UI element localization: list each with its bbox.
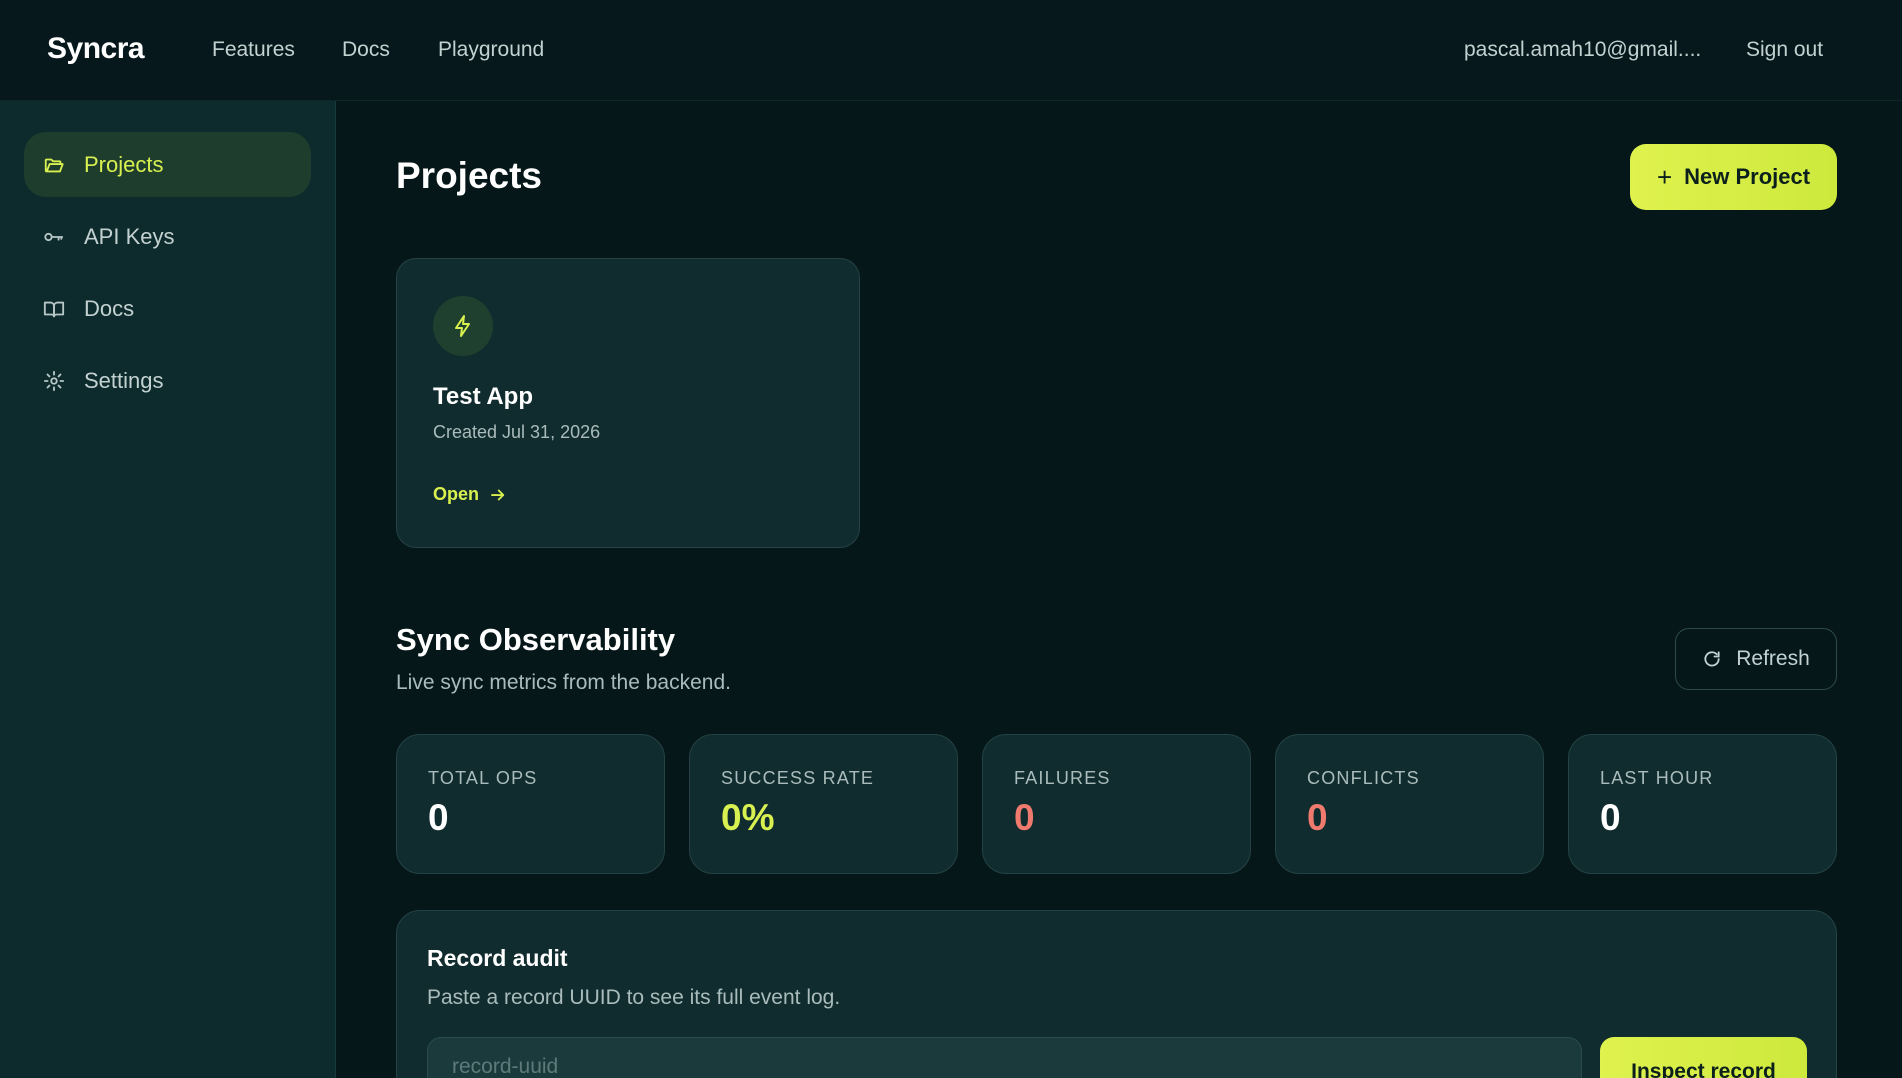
refresh-label: Refresh — [1736, 647, 1810, 670]
project-name: Test App — [433, 383, 533, 410]
stat-card-last-hour: LAST HOUR 0 — [1568, 734, 1837, 874]
audit-title: Record audit — [427, 945, 568, 971]
project-open-link[interactable]: Open — [433, 484, 507, 505]
stat-label: SUCCESS RATE — [721, 768, 875, 788]
nav-link-features[interactable]: Features — [212, 38, 295, 62]
new-project-button[interactable]: + New Project — [1630, 144, 1837, 210]
sidebar-item-docs[interactable]: Docs — [24, 276, 311, 341]
stat-value: 0 — [1014, 797, 1035, 838]
sidebar-item-label: API Keys — [84, 223, 175, 249]
sidebar: Projects API Keys Docs Settings — [0, 101, 336, 1078]
bolt-icon — [433, 296, 493, 356]
section-subtitle: Live sync metrics from the backend. — [396, 671, 731, 694]
user-email: pascal.amah10@gmail.... — [1464, 38, 1702, 61]
stat-label: TOTAL OPS — [428, 768, 538, 788]
project-card[interactable]: Test App Created Jul 31, 2026 Open — [396, 258, 860, 548]
sidebar-item-settings[interactable]: Settings — [24, 348, 311, 413]
open-label: Open — [433, 484, 480, 504]
new-project-label: New Project — [1684, 164, 1811, 189]
stat-card-success-rate: SUCCESS RATE 0% — [689, 734, 958, 874]
nav-link-docs[interactable]: Docs — [342, 38, 390, 62]
stat-label: FAILURES — [1014, 768, 1111, 788]
record-audit-card: Record audit Paste a record UUID to see … — [396, 910, 1837, 1078]
refresh-button[interactable]: Refresh — [1675, 628, 1837, 690]
project-created-date: Created Jul 31, 2026 — [433, 422, 601, 442]
stat-card-failures: FAILURES 0 — [982, 734, 1251, 874]
arrow-right-icon — [491, 489, 505, 500]
key-icon — [42, 225, 66, 249]
plus-icon: + — [1656, 162, 1673, 192]
stat-label: CONFLICTS — [1307, 768, 1420, 788]
folder-icon — [42, 153, 66, 177]
stat-value: 0 — [428, 797, 449, 838]
top-navigation: Syncra Features Docs Playground pascal.a… — [0, 0, 1902, 101]
stat-value: 0% — [721, 797, 775, 838]
audit-subtitle: Paste a record UUID to see its full even… — [427, 986, 841, 1009]
brand-logo[interactable]: Syncra — [47, 32, 145, 66]
stat-label: LAST HOUR — [1600, 768, 1714, 788]
stat-card-conflicts: CONFLICTS 0 — [1275, 734, 1544, 874]
sign-out-button[interactable]: Sign out — [1746, 38, 1823, 62]
sidebar-item-label: Projects — [84, 151, 164, 177]
stat-value: 0 — [1307, 797, 1328, 838]
sidebar-item-label: Settings — [84, 367, 164, 393]
book-icon — [42, 297, 66, 321]
refresh-icon — [1704, 651, 1720, 667]
stat-card-total-ops: TOTAL OPS 0 — [396, 734, 665, 874]
sidebar-item-projects[interactable]: Projects — [24, 132, 311, 197]
record-uuid-input[interactable] — [427, 1037, 1582, 1078]
section-title: Sync Observability — [396, 622, 676, 657]
inspect-record-button[interactable]: Inspect record — [1600, 1037, 1807, 1078]
sidebar-item-api-keys[interactable]: API Keys — [24, 204, 311, 269]
sidebar-item-label: Docs — [84, 295, 135, 321]
page-title: Projects — [396, 155, 543, 196]
gear-icon — [42, 369, 66, 393]
nav-link-playground[interactable]: Playground — [438, 38, 544, 62]
stat-value: 0 — [1600, 797, 1621, 838]
